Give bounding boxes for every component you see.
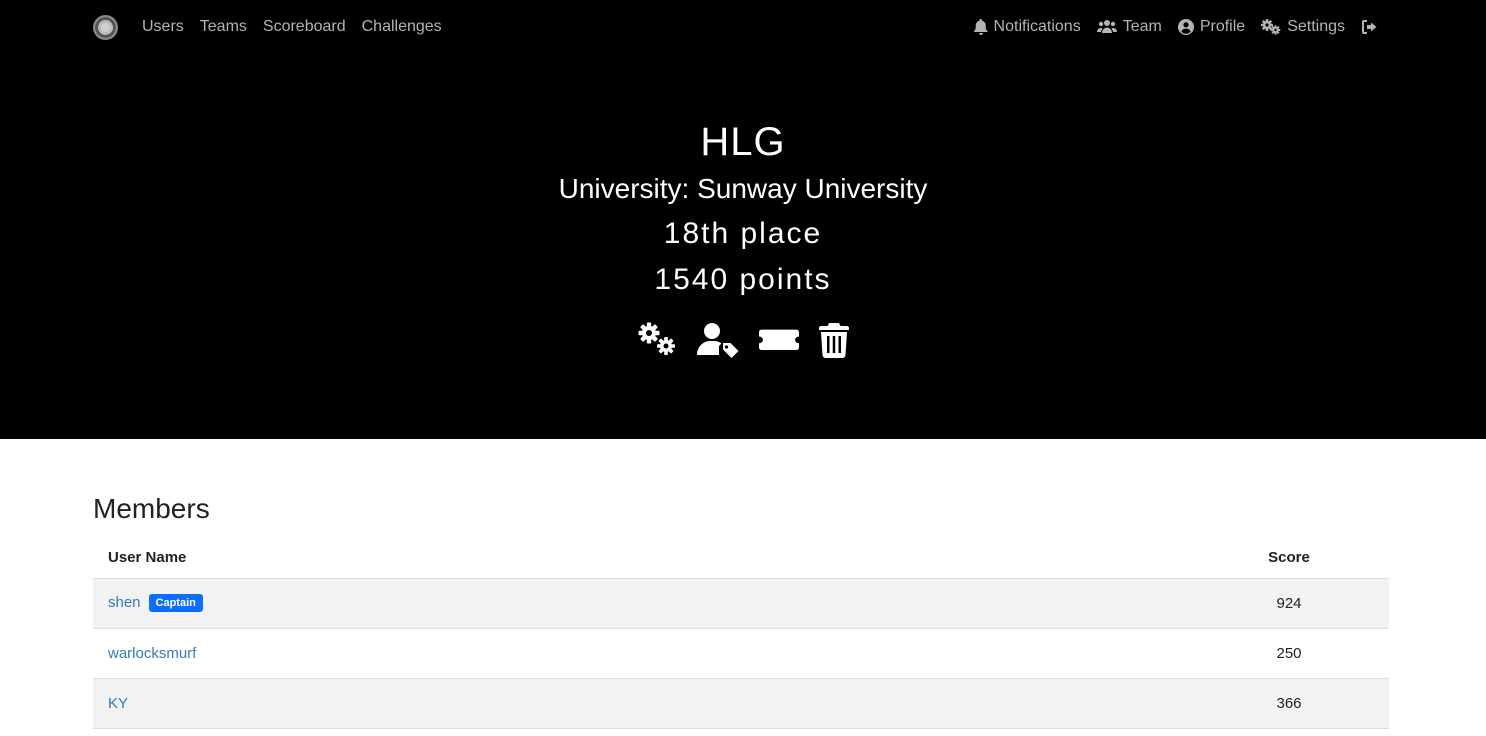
gears-icon (638, 322, 675, 355)
member-link[interactable]: KY (108, 695, 128, 712)
member-name-cell: KY (93, 678, 1189, 729)
nav-right: Notifications Team Profile Settings (973, 0, 1378, 54)
user-circle-icon (1177, 19, 1194, 35)
member-name-cell: shen Captain (93, 578, 1189, 629)
sign-out-icon (1362, 20, 1377, 34)
team-name: HLG (700, 120, 786, 164)
ticket-icon (759, 329, 799, 351)
cogs-icon (1261, 19, 1281, 35)
team-invite-button[interactable] (759, 322, 799, 358)
member-score: 924 (1189, 578, 1389, 629)
members-heading: Members (93, 493, 210, 524)
trash-icon (819, 323, 849, 358)
table-row: shen Captain 924 (93, 578, 1389, 629)
nav-left: Users Teams Scoreboard Challenges (142, 0, 442, 54)
team-points: 1540 points (654, 263, 832, 296)
team-place: 18th place (663, 217, 823, 250)
column-user-name: User Name (93, 538, 1189, 579)
team-header: HLG University: Sunway University 18th p… (0, 54, 1486, 439)
nav-notifications[interactable]: Notifications (973, 18, 1081, 36)
users-icon (1096, 20, 1117, 33)
choose-captain-button[interactable] (697, 322, 739, 358)
table-row: KY 366 (93, 678, 1389, 729)
member-score: 366 (1189, 678, 1389, 729)
team-label: Team (1122, 18, 1162, 35)
nav-teams[interactable]: Teams (200, 18, 247, 36)
nav-profile[interactable]: Profile (1177, 18, 1246, 36)
member-link[interactable]: shen (108, 594, 141, 611)
column-score: Score (1189, 538, 1389, 579)
captain-badge: Captain (148, 594, 203, 612)
table-header-row: User Name Score (93, 538, 1389, 579)
site-logo[interactable] (93, 15, 118, 40)
member-score: 250 (1189, 628, 1389, 679)
nav-settings[interactable]: Settings (1261, 18, 1345, 36)
team-actions (0, 322, 1486, 358)
user-tag-icon (697, 323, 739, 358)
member-name-cell: warlocksmurf (93, 628, 1189, 679)
members-table: User Name Score shen Captain 924 warlocks… (93, 538, 1389, 729)
team-affiliation: University: Sunway University (558, 173, 928, 204)
table-row: warlocksmurf 250 (93, 628, 1389, 679)
nav-team[interactable]: Team (1096, 18, 1162, 36)
nav-users[interactable]: Users (142, 18, 184, 36)
member-link[interactable]: warlocksmurf (108, 645, 196, 662)
disband-team-button[interactable] (819, 322, 849, 358)
bell-icon (973, 19, 988, 35)
nav-scoreboard[interactable]: Scoreboard (263, 18, 346, 36)
nav-challenges[interactable]: Challenges (362, 18, 442, 36)
top-navbar: Users Teams Scoreboard Challenges Notifi… (0, 0, 1486, 54)
edit-team-button[interactable] (637, 322, 677, 358)
profile-label: Profile (1199, 18, 1246, 35)
logout-button[interactable] (1361, 19, 1378, 35)
settings-label: Settings (1287, 18, 1345, 35)
notifications-label: Notifications (993, 18, 1081, 35)
